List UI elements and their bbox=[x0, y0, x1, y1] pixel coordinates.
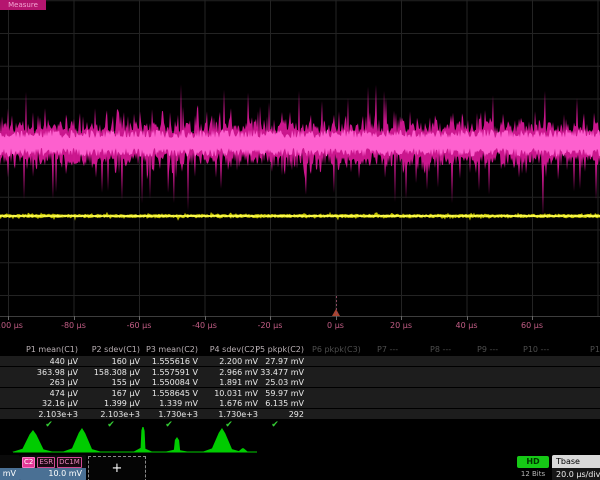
axis-tick bbox=[205, 316, 206, 320]
axis-tick bbox=[401, 316, 402, 320]
trigger-dotted-line bbox=[336, 296, 337, 316]
waveform-grid: Measure bbox=[0, 0, 600, 316]
histicon-p3[interactable] bbox=[133, 427, 153, 452]
param-stat-p5: 59.97 mV bbox=[230, 389, 304, 399]
oscilloscope-screen: Measure -100 µs -80 µs -60 µs -40 µs -20 µs 0… bbox=[0, 0, 600, 480]
c2-scale-value: 10.0 mV bbox=[20, 468, 86, 480]
axis-label: 60 µs bbox=[521, 321, 543, 330]
axis-tick bbox=[336, 316, 337, 320]
param-stat-p5: 292 bbox=[230, 410, 304, 420]
axis-label: -60 µs bbox=[127, 321, 152, 330]
histicon-p1[interactable] bbox=[12, 430, 54, 452]
c2-channel-badge: C2 bbox=[22, 457, 35, 468]
waveform-plot bbox=[0, 0, 600, 316]
histicon-p5[interactable] bbox=[202, 428, 242, 452]
axis-label: 0 µs bbox=[327, 321, 344, 330]
cropped-menu-label[interactable]: Measure bbox=[0, 0, 46, 10]
time-axis-line bbox=[0, 316, 600, 317]
param-stat-p5: 25.03 mV bbox=[230, 378, 304, 388]
time-axis: -100 µs -80 µs -60 µs -40 µs -20 µs 0 µs 20 µs… bbox=[0, 316, 600, 336]
hd-bits-label: 12 Bits bbox=[515, 470, 551, 478]
axis-label: 20 µs bbox=[390, 321, 412, 330]
param-header-inactive[interactable]: P11 bbox=[590, 345, 600, 355]
axis-tick bbox=[270, 316, 271, 320]
axis-label: 40 µs bbox=[456, 321, 478, 330]
channel-c1-descriptor[interactable]: C1 DC1M 10.0 mV bbox=[0, 455, 20, 480]
measure-table: P1 mean(C1)440 µV363.98 µV263 µV474 µV32… bbox=[0, 336, 600, 428]
histicon-p4[interactable] bbox=[164, 437, 190, 452]
param-header-p5[interactable]: P5 pkpk(C2) bbox=[230, 345, 304, 355]
c1-scale-value: 10.0 mV bbox=[0, 468, 20, 480]
axis-label: -40 µs bbox=[192, 321, 217, 330]
axis-tick bbox=[8, 316, 9, 320]
param-stat-p5: 6.135 mV bbox=[230, 399, 304, 409]
param-stat-p5: 27.97 mV bbox=[230, 357, 304, 367]
param-header-inactive[interactable]: P6 pkpk(C3) bbox=[312, 345, 382, 355]
axis-tick bbox=[74, 316, 75, 320]
axis-label: -80 µs bbox=[61, 321, 86, 330]
c2-esr-chip: ESR bbox=[37, 457, 55, 468]
timebase-value: 20.0 µs/div bbox=[552, 468, 600, 480]
axis-tick bbox=[467, 316, 468, 320]
axis-label: -20 µs bbox=[258, 321, 283, 330]
timebase-descriptor[interactable]: Tbase 20.0 µs/div bbox=[552, 455, 600, 480]
param-stat-p5: 33.477 mV bbox=[230, 368, 304, 378]
param-header-inactive[interactable]: P10 --- bbox=[523, 345, 593, 355]
histicon-row bbox=[0, 427, 600, 456]
hd-mode-badge[interactable]: HD bbox=[517, 456, 549, 468]
histicon-p2[interactable] bbox=[62, 428, 102, 452]
axis-tick bbox=[532, 316, 533, 320]
channel-c2-descriptor[interactable]: C2 ESR DC1M 10.0 mV bbox=[20, 455, 86, 480]
add-trace-button[interactable]: + bbox=[88, 456, 146, 480]
descriptor-bar: C1 DC1M 10.0 mV C2 ESR DC1M 10.0 mV + HD… bbox=[0, 454, 600, 480]
c2-coupling-chip: DC1M bbox=[57, 457, 82, 468]
axis-tick bbox=[139, 316, 140, 320]
timebase-label: Tbase bbox=[552, 455, 600, 468]
axis-label: -100 µs bbox=[0, 321, 23, 330]
